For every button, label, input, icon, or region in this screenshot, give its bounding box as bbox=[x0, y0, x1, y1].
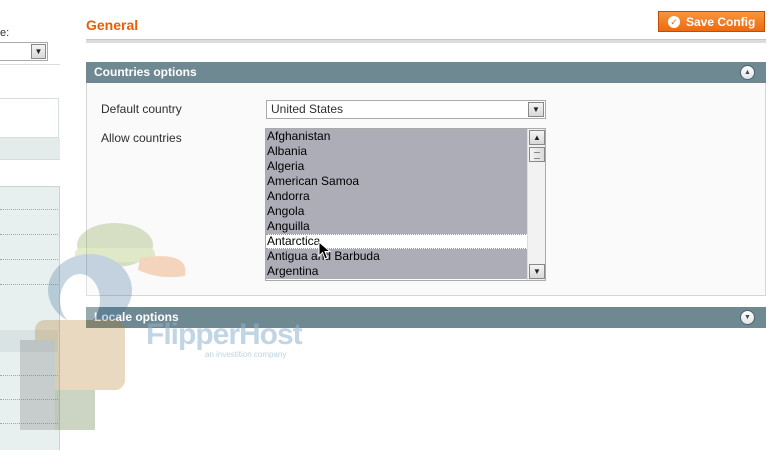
sidebar-header bbox=[0, 138, 60, 160]
chevron-down-icon: ▼ bbox=[528, 102, 544, 117]
default-country-select[interactable]: United States ▼ bbox=[266, 100, 546, 119]
country-option[interactable]: Anguilla bbox=[266, 219, 528, 234]
country-option[interactable]: Angola bbox=[266, 204, 528, 219]
header-divider bbox=[86, 39, 766, 43]
config-page: e: ▼ General ✓ Save Config Countries opt… bbox=[0, 0, 776, 450]
multiselect-scrollbar[interactable]: ▲ ▼ bbox=[527, 129, 545, 280]
country-option[interactable]: Andorra bbox=[266, 189, 528, 204]
allow-countries-options: Afghanistan Albania Algeria American Sam… bbox=[266, 129, 528, 280]
save-config-button[interactable]: ✓ Save Config bbox=[658, 11, 765, 32]
countries-options-title: Countries options bbox=[94, 65, 197, 79]
default-country-value: United States bbox=[271, 102, 344, 116]
chevron-down-icon[interactable]: ▼ bbox=[740, 310, 755, 325]
sidebar-nav-list bbox=[0, 186, 60, 450]
scrollbar-thumb[interactable] bbox=[529, 147, 545, 162]
default-country-label: Default country bbox=[101, 102, 182, 116]
country-option[interactable]: Albania bbox=[266, 144, 528, 159]
country-option[interactable]: Argentina bbox=[266, 264, 528, 279]
country-option[interactable]: Afghanistan bbox=[266, 129, 528, 144]
page-title: General bbox=[86, 17, 139, 33]
sidebar-item[interactable] bbox=[0, 375, 58, 376]
watermark-tagline: an investition company bbox=[205, 350, 287, 359]
chevron-up-icon[interactable]: ▲ bbox=[740, 65, 755, 80]
sidebar-item[interactable] bbox=[0, 399, 58, 400]
allow-countries-multiselect[interactable]: Afghanistan Albania Algeria American Sam… bbox=[265, 128, 546, 281]
scroll-down-icon[interactable]: ▼ bbox=[529, 264, 545, 279]
locale-options-header[interactable]: Locale options ▼ bbox=[86, 307, 766, 328]
scroll-up-icon[interactable]: ▲ bbox=[529, 130, 545, 145]
country-option[interactable]: Algeria bbox=[266, 159, 528, 174]
country-option[interactable]: American Samoa bbox=[266, 174, 528, 189]
locale-options-title: Locale options bbox=[94, 310, 179, 324]
save-config-label: Save Config bbox=[686, 14, 756, 29]
sidebar: e: ▼ bbox=[0, 0, 62, 450]
sidebar-panel bbox=[0, 98, 59, 138]
sidebar-divider bbox=[0, 64, 60, 65]
sidebar-item-active[interactable] bbox=[0, 330, 58, 352]
country-option-unselected[interactable]: Antarctica bbox=[266, 234, 528, 249]
chevron-down-icon: ▼ bbox=[31, 44, 46, 59]
sidebar-item[interactable] bbox=[0, 234, 58, 235]
country-option[interactable]: Antigua and Barbuda bbox=[266, 249, 528, 264]
allow-countries-label: Allow countries bbox=[101, 131, 182, 145]
sidebar-item[interactable] bbox=[0, 423, 58, 424]
sidebar-item[interactable] bbox=[0, 209, 58, 210]
scope-label: e: bbox=[0, 27, 10, 39]
sidebar-item[interactable] bbox=[0, 284, 58, 285]
scope-select[interactable]: ▼ bbox=[0, 42, 48, 61]
countries-options-header[interactable]: Countries options ▲ bbox=[86, 62, 766, 83]
sidebar-item[interactable] bbox=[0, 259, 58, 260]
check-circle-icon: ✓ bbox=[668, 15, 680, 28]
